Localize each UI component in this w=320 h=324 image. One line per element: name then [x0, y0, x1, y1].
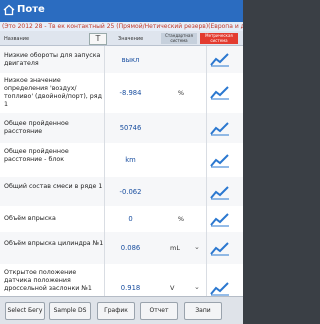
unit-dropdown[interactable]: mL ⌄ [170, 243, 206, 252]
divider [206, 232, 207, 264]
row-value: 50746 [119, 124, 142, 132]
home-icon[interactable] [3, 4, 15, 16]
row-name: Низкие обороты для запуска двигателя [4, 52, 101, 67]
row-value: выкл [121, 56, 140, 64]
standard-system-button[interactable]: Стандартная система [161, 33, 197, 44]
divider [206, 177, 207, 206]
row-name: Общее пройденное расстояние [4, 120, 69, 135]
table-row[interactable]: Общее пройденное расстояние 50746 [0, 113, 243, 144]
graph-icon[interactable] [210, 84, 230, 100]
record-button[interactable]: Запи [184, 302, 222, 320]
divider [104, 73, 105, 113]
row-value: 0 [128, 215, 133, 223]
graph-button[interactable]: График [97, 302, 135, 320]
report-button[interactable]: Отчет [140, 302, 178, 320]
filter-button[interactable]: T [89, 33, 107, 45]
column-name-header: Название [4, 36, 30, 42]
row-value: km [125, 156, 136, 164]
screen: Поте (Это 2012 28 - Тв ек контактный 25 … [0, 0, 243, 324]
divider [206, 73, 207, 113]
row-value: 0.918 [120, 284, 141, 292]
row-name: Общий состав смеси в ряде 1 [4, 183, 103, 190]
divider [104, 206, 105, 232]
divider [206, 206, 207, 232]
divider [206, 113, 207, 143]
row-name: Низкое значение определения 'воздух/топл… [4, 77, 102, 108]
row-name: Объём впрыска [4, 215, 56, 222]
divider [104, 46, 105, 73]
row-unit: % [177, 215, 185, 223]
divider [104, 113, 105, 143]
table-row[interactable]: Низкие обороты для запуска двигателя вык… [0, 46, 243, 74]
row-name: Открытое положение датчика положения дро… [4, 269, 92, 292]
column-value-header: Значение [118, 36, 144, 42]
title-bar: Поте [0, 0, 243, 22]
bottom-toolbar: Select Бегу Sample DS График Отчет Запи [0, 296, 243, 324]
chevron-down-icon: ⌄ [194, 283, 200, 291]
graph-icon[interactable] [210, 211, 230, 227]
row-value: 0.086 [120, 244, 141, 252]
app-title: Поте [17, 4, 45, 15]
row-value: -0.062 [119, 188, 142, 196]
divider [104, 232, 105, 264]
table-row[interactable]: Объём впрыска цилиндра №1 0.086 mL ⌄ [0, 232, 243, 265]
table-row[interactable]: Общий состав смеси в ряде 1 -0.062 [0, 177, 243, 207]
graph-icon[interactable] [210, 280, 230, 296]
unit-dropdown-value: mL [170, 244, 180, 252]
vehicle-info-banner: (Это 2012 28 - Тв ек контактный 25 (Прям… [0, 22, 243, 31]
select-button[interactable]: Select Бегу [5, 302, 45, 320]
chevron-down-icon: ⌄ [194, 243, 200, 251]
divider [206, 143, 207, 177]
graph-icon[interactable] [210, 184, 230, 200]
table-row[interactable]: Объём впрыска 0 % [0, 206, 243, 233]
table-row[interactable]: Низкое значение определения 'воздух/топл… [0, 73, 243, 114]
divider [104, 143, 105, 177]
sample-ds-button[interactable]: Sample DS [49, 302, 91, 320]
graph-icon[interactable] [210, 51, 230, 67]
graph-icon[interactable] [210, 152, 230, 168]
metric-system-button[interactable]: Метрическая система [200, 33, 238, 44]
row-unit: % [177, 89, 185, 97]
unit-dropdown-value: V [170, 284, 175, 292]
row-value: -8.984 [119, 89, 142, 97]
row-name: Объём впрыска цилиндра №1 [4, 240, 104, 247]
graph-icon[interactable] [210, 120, 230, 136]
divider [206, 46, 207, 73]
divider [104, 177, 105, 206]
table-row[interactable]: Общее пройденное расстояние - блок km [0, 143, 243, 178]
row-name: Общее пройденное расстояние - блок [4, 148, 69, 163]
table-header: Название T Значение Стандартная система … [0, 31, 243, 46]
unit-dropdown[interactable]: V ⌄ [170, 283, 206, 292]
graph-icon[interactable] [210, 240, 230, 256]
